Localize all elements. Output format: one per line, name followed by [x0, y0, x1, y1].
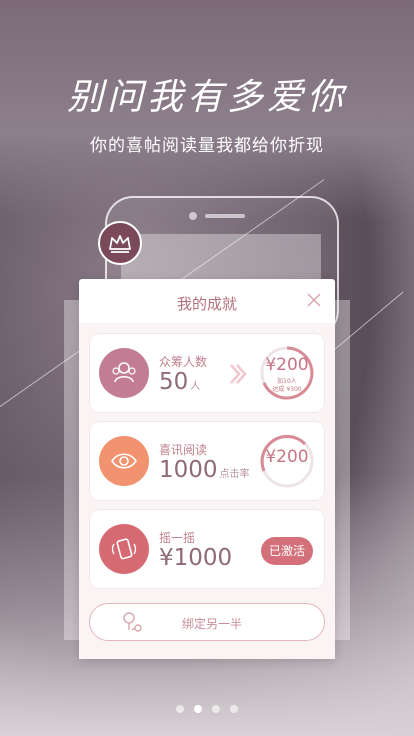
close-icon[interactable]	[305, 291, 323, 309]
bind-partner-label: 绑定另一半	[182, 617, 243, 631]
reward-detail-line: 达成 ¥300	[272, 386, 302, 393]
phone-shake-icon	[99, 524, 149, 574]
crowd-icon	[99, 348, 149, 398]
reading-card[interactable]: 喜讯阅读 1000 点击率 ¥200	[89, 421, 325, 501]
card-label: 摇一摇	[159, 531, 196, 545]
crowdfund-card[interactable]: 众筹人数 50 人 ¥200 加10人 达成 ¥300	[89, 333, 325, 413]
phone-speaker	[205, 214, 245, 218]
page-dot[interactable]	[230, 705, 238, 713]
reward-detail: 加10人 达成 ¥300	[259, 378, 315, 394]
value-number: 50	[159, 369, 189, 395]
bind-partner-button[interactable]: 绑定另一半	[89, 603, 325, 641]
card-label: 喜讯阅读	[159, 443, 208, 457]
card-value: ¥1000	[159, 545, 233, 571]
activated-badge[interactable]: 已激活	[260, 537, 313, 565]
modal-title: 我的成就	[176, 295, 237, 313]
reward-amount: ¥200	[265, 447, 309, 467]
reward-detail-line: 加10人	[277, 378, 297, 385]
link-partner-icon	[120, 610, 146, 640]
card-value: 1000 点击率	[159, 457, 250, 483]
side-card-right	[335, 300, 350, 640]
reward-amount: ¥200	[265, 355, 309, 375]
headline: 别问我有多爱你	[66, 77, 347, 118]
card-value: 50 人	[159, 369, 200, 395]
eye-icon	[99, 436, 149, 486]
page-dot[interactable]	[176, 705, 184, 713]
page-dot-active[interactable]	[194, 705, 202, 713]
achievement-modal: 我的成就 众筹人数 50 人 ¥200 加10人 达成 ¥300 喜讯阅读 10…	[79, 279, 335, 659]
shake-card[interactable]: 摇一摇 ¥1000 已激活	[89, 509, 325, 589]
page-indicator	[0, 705, 414, 713]
phone-camera	[189, 212, 197, 220]
value-unit: 人	[190, 381, 201, 392]
card-label: 众筹人数	[159, 355, 208, 369]
side-card-left	[64, 300, 79, 640]
crown-icon	[98, 221, 142, 265]
page-dot[interactable]	[212, 705, 220, 713]
value-unit: 点击率	[219, 469, 250, 480]
value-number: 1000	[159, 457, 218, 483]
subtitle: 你的喜帖阅读量我都给你折现	[90, 136, 324, 156]
arrow-icon	[227, 363, 249, 389]
